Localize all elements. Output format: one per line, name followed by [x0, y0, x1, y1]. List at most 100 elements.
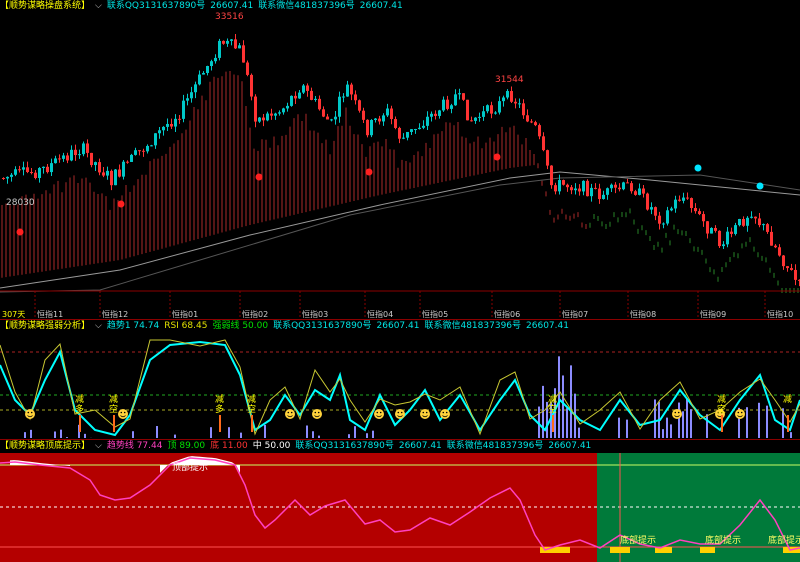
candle-body [618, 187, 621, 190]
chevron-down-icon[interactable]: ⌵ [95, 1, 102, 11]
candle-body [426, 116, 429, 126]
candle-body [174, 118, 177, 127]
chevron-down-icon[interactable]: ⌵ [95, 321, 102, 331]
candle-body [170, 123, 173, 127]
candle-body [418, 127, 421, 130]
candle-body [126, 161, 129, 163]
candle-body [30, 172, 33, 174]
candle-body [70, 149, 73, 161]
candle-body [266, 113, 269, 121]
strength-panel-title[interactable]: 【顺势谋略强弱分析】 [0, 321, 90, 331]
candle-body [326, 116, 329, 120]
candle-body [646, 193, 649, 210]
candle-body [158, 130, 161, 134]
candle-body [454, 94, 457, 106]
strength-bar [66, 437, 68, 438]
reduce-mark-type: 多 [215, 403, 224, 415]
candle-body [610, 184, 613, 189]
candle-body [318, 98, 321, 110]
candle-body [310, 90, 313, 100]
candle-body [142, 150, 145, 152]
candle-body [430, 113, 433, 117]
candle-body [474, 117, 477, 121]
candle-body [38, 168, 41, 178]
candle-body [650, 207, 653, 210]
candle-body [486, 105, 489, 112]
candle-body [66, 155, 69, 161]
price-panel[interactable]: 【顺势谋略操盘系统】 ⌵ 联系QQ3131637890号 26607.41 联系微信48… [0, 0, 800, 318]
smiley-icon [440, 409, 450, 419]
candle-body [782, 255, 785, 267]
strength-bar [312, 431, 314, 438]
topbottom-panel-header: 【顺势谋略顶底提示】 ⌵ 趋势线 77.44 顶 89.00 底 11.00 中 50.0… [0, 440, 596, 452]
candle-body [670, 208, 673, 211]
smiley-icon [25, 409, 35, 419]
candle-body [298, 92, 301, 99]
candle-body [758, 218, 761, 226]
strength-bar [578, 427, 580, 438]
strength-bar [706, 414, 708, 438]
candle-body [578, 188, 581, 192]
smiley-icon [395, 409, 405, 419]
strength-bar [570, 365, 572, 438]
candle-body [94, 162, 97, 166]
strength-panel-header: 【顺势谋略强弱分析】 ⌵ 趋势1 74.74 RSI 68.45 强弱线 50.00 联系… [0, 320, 574, 332]
candle-body [190, 92, 193, 99]
candle-body [186, 98, 189, 101]
candle-body [478, 116, 481, 118]
contact-qq: 联系QQ3131637890号 [273, 321, 372, 331]
peak-label: 33516 [215, 12, 244, 22]
top-value-label: 顶 89.00 [167, 441, 206, 451]
smiley-icon [420, 409, 430, 419]
contact-qq: 联系QQ3131637890号 [295, 441, 394, 451]
candle-body [734, 225, 737, 234]
candle-body [538, 125, 541, 137]
candle-body [106, 170, 109, 176]
strength-bar [132, 431, 134, 438]
trend-line-label: 趋势线 77.44 [106, 441, 163, 451]
strength-chart[interactable]: 减多减空减多减空减空减空减 [0, 320, 800, 438]
topbottom-panel[interactable]: 【顺势谋略顶底提示】 ⌵ 趋势线 77.44 顶 89.00 底 11.00 中 50.0… [0, 440, 800, 562]
candle-body [362, 110, 365, 120]
chevron-down-icon[interactable]: ⌵ [95, 441, 102, 451]
reduce-mark: 减 [548, 393, 557, 405]
x-tick-label: 恒指08 [630, 309, 656, 318]
topbottom-panel-title[interactable]: 【顺势谋略顶底提示】 [0, 441, 90, 451]
candle-body [50, 163, 53, 173]
candle-body [234, 39, 237, 49]
candle-body [394, 119, 397, 128]
topbottom-chart[interactable]: 顶部提示 底部提示 底部提示 底部提示 [0, 440, 800, 562]
candle-body [294, 95, 297, 99]
candle-body [334, 116, 337, 120]
candle-body [598, 188, 601, 200]
candle-body [746, 217, 749, 226]
candle-body [762, 224, 765, 226]
candle-body [98, 162, 101, 173]
candle-body [674, 199, 677, 209]
candle-body [614, 184, 617, 188]
bottom-hint-fill [610, 547, 630, 553]
candle-body [382, 115, 385, 122]
strength-bar [60, 429, 62, 438]
bottom-value-label: 底 11.00 [210, 441, 248, 451]
strength-bar [156, 426, 158, 438]
reduce-mark: 减 [783, 393, 792, 405]
header-value-1: 26607.41 [210, 1, 254, 11]
signal-dot [117, 200, 125, 208]
candle-body [570, 187, 573, 191]
price-chart[interactable]: 33516 31544 28030 307天 恒指11 恒指12 恒指01 恒指02 恒… [0, 0, 800, 318]
candle-body [554, 185, 557, 192]
bottom-hint-fill [700, 547, 715, 553]
candle-body [770, 231, 773, 246]
strength-panel[interactable]: 【顺势谋略强弱分析】 ⌵ 趋势1 74.74 RSI 68.45 强弱线 50.00 联系… [0, 320, 800, 438]
x-axis-ticks: 恒指11 恒指12 恒指01 恒指02 恒指03 恒指04 恒指05 恒指06 恒指07 恒指08… [34, 291, 793, 318]
candle-body [518, 103, 521, 105]
candle-body [82, 143, 85, 155]
candle-body [386, 108, 389, 116]
candle-body [466, 99, 469, 121]
candle-body [710, 227, 713, 234]
strength-bar [558, 356, 560, 438]
price-panel-title[interactable]: 【顺势谋略操盘系统】 [0, 1, 90, 11]
candle-body [414, 129, 417, 131]
candle-body [438, 110, 441, 116]
